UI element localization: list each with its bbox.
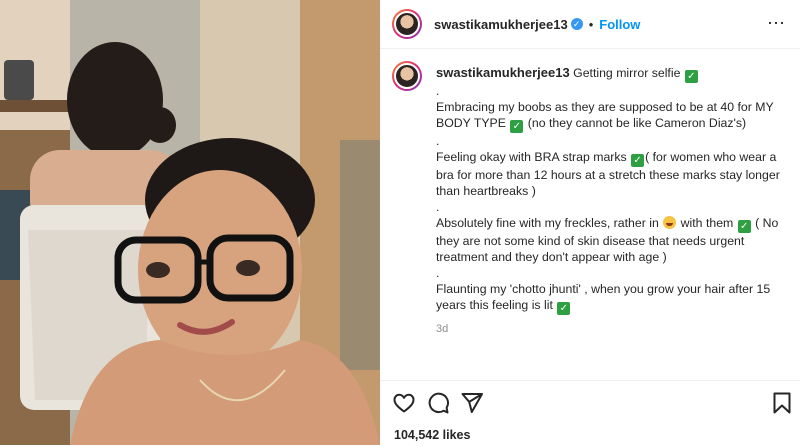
heart-icon[interactable] [392, 391, 416, 415]
caption-username[interactable]: swastikamukherjee13 [436, 65, 570, 80]
check-mark-icon: ✓ [510, 120, 524, 133]
caption-text: Feeling okay with BRA strap marks [436, 150, 627, 164]
caption-dot: . [436, 200, 440, 214]
caption-avatar[interactable] [392, 61, 422, 91]
check-mark-icon: ✓ [684, 70, 698, 83]
separator-dot: • [588, 16, 594, 32]
check-mark-icon: ✓ [631, 154, 645, 167]
action-bar: 104,542 likes [380, 380, 800, 446]
check-mark-icon: ✓ [737, 220, 751, 233]
bookmark-icon[interactable] [770, 391, 794, 415]
caption-dot: . [436, 84, 440, 98]
post-header: swastikamukherjee13 ✓ • Follow ⋯ [380, 0, 800, 49]
post-timestamp[interactable]: 3d [436, 321, 786, 337]
caption-text: Getting mirror selfie [573, 66, 681, 80]
post-photo[interactable] [0, 0, 380, 445]
caption-paragraph: Embracing my boobs as they are supposed … [436, 99, 786, 133]
caption-text: with them [680, 216, 734, 230]
caption-text: Flaunting my 'chotto jhunti' , when you … [436, 282, 771, 312]
avatar[interactable] [392, 9, 422, 39]
follow-button[interactable]: Follow [599, 17, 640, 32]
caption-text: Absolutely fine with my freckles, rather… [436, 216, 659, 230]
header-user: swastikamukherjee13 ✓ • Follow [434, 17, 640, 32]
more-options-icon[interactable]: ⋯ [767, 13, 786, 34]
check-mark-icon: ✓ [557, 302, 571, 315]
caption-line-1: swastikamukherjee13 Getting mirror selfi… [436, 65, 786, 83]
avatar-image [394, 11, 420, 37]
caption-area: swastikamukherjee13 Getting mirror selfi… [380, 49, 800, 379]
username-link[interactable]: swastikamukherjee13 [434, 17, 568, 32]
post-panel: swastikamukherjee13 ✓ • Follow ⋯ swastik… [380, 0, 800, 445]
verified-badge-icon: ✓ [570, 18, 583, 30]
caption-body: swastikamukherjee13 Getting mirror selfi… [436, 65, 786, 337]
comment-icon[interactable] [426, 391, 450, 415]
send-icon[interactable] [460, 391, 484, 415]
caption-dot: . [436, 134, 440, 148]
caption-paragraph: Flaunting my 'chotto jhunti' , when you … [436, 281, 786, 315]
likes-count[interactable]: 104,542 likes [394, 428, 470, 442]
mirror-selfie-image [0, 0, 380, 445]
caption-text: (no they cannot be like Cameron Diaz's) [527, 116, 747, 130]
caption-dot: . [436, 266, 440, 280]
caption-paragraph: Feeling okay with BRA strap marks ✓( for… [436, 149, 786, 199]
caption-avatar-image [394, 63, 420, 89]
caption-paragraph: Absolutely fine with my freckles, rather… [436, 215, 786, 265]
smiling-face-emoji-icon [663, 216, 677, 229]
